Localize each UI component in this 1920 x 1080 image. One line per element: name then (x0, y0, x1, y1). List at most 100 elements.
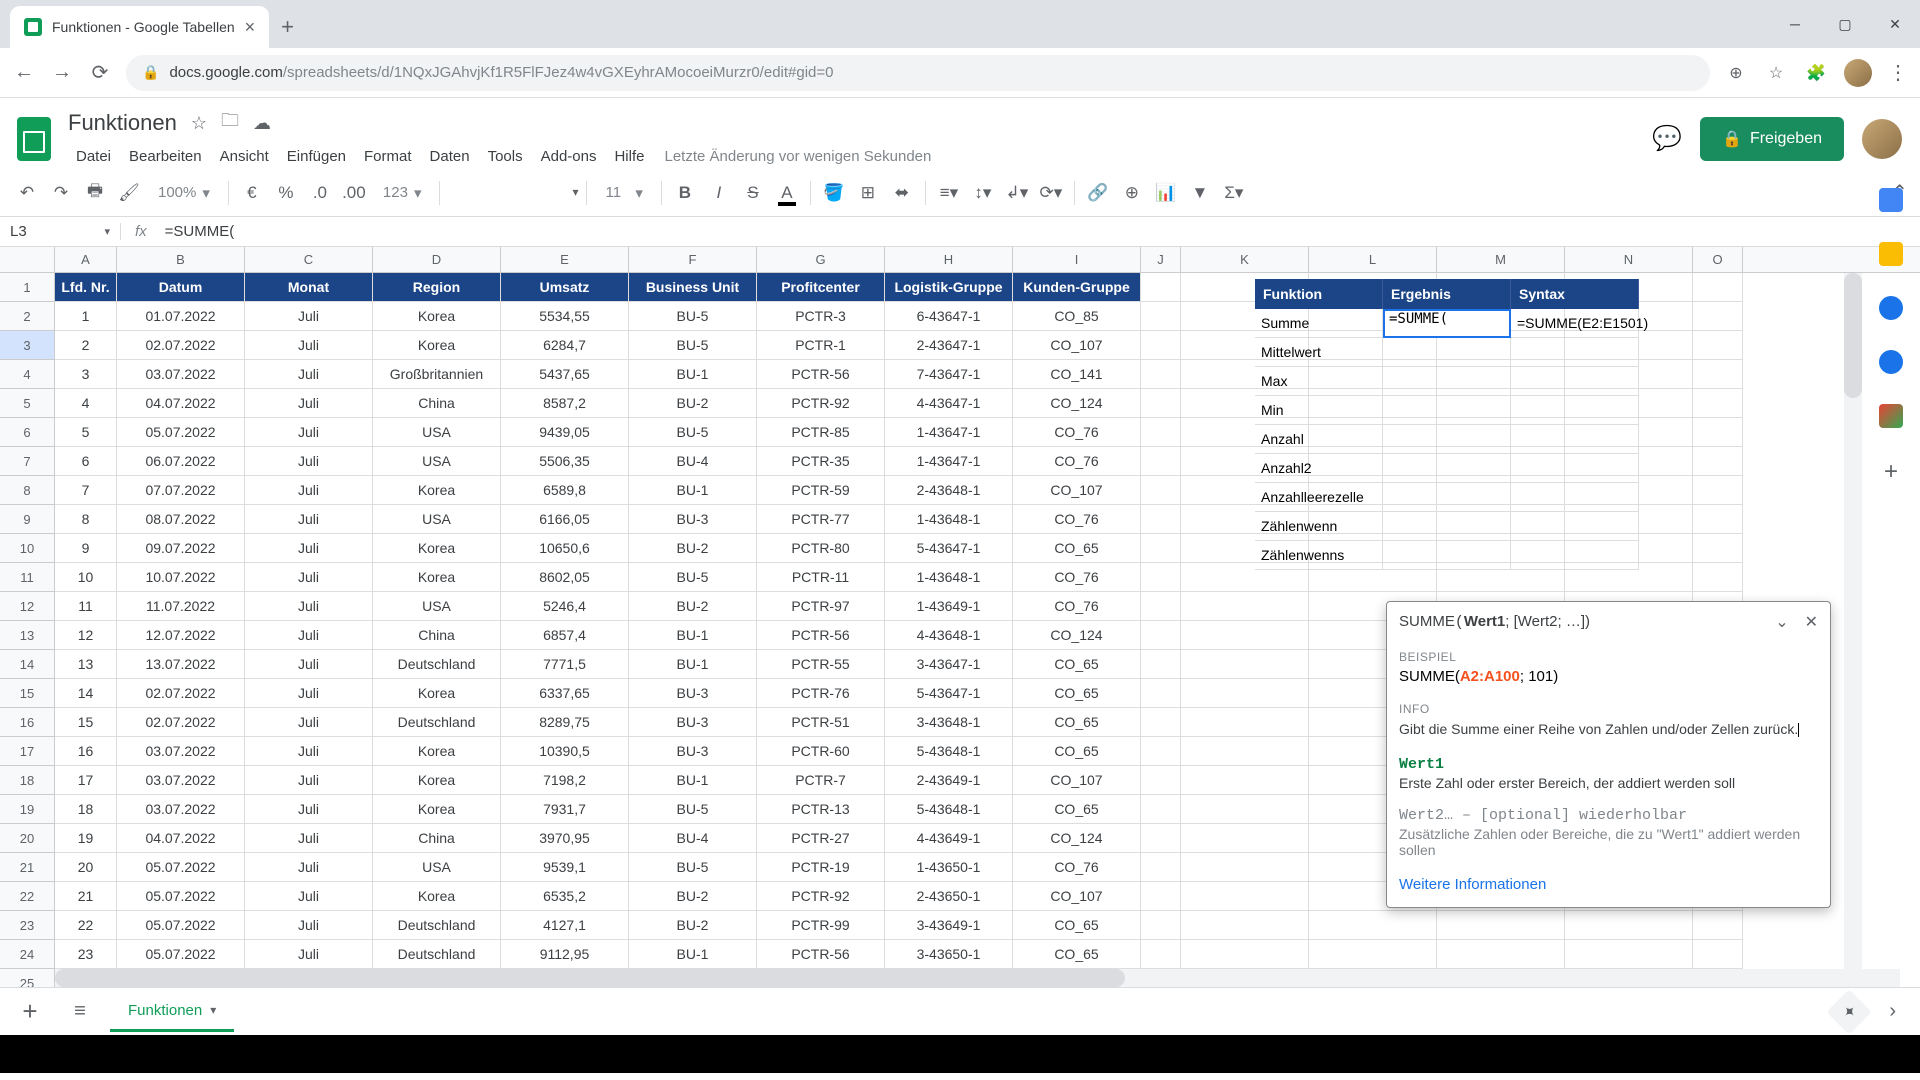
cell[interactable]: BU-5 (629, 563, 757, 592)
cell[interactable]: 17 (55, 766, 117, 795)
row-header[interactable]: 11 (0, 563, 55, 592)
side-cell-syntax[interactable] (1511, 541, 1639, 570)
side-cell-result[interactable] (1383, 512, 1511, 541)
row-header[interactable]: 4 (0, 360, 55, 389)
cell[interactable] (1141, 679, 1181, 708)
cell[interactable]: CO_124 (1013, 824, 1141, 853)
cell[interactable] (1693, 418, 1743, 447)
cell[interactable]: 9539,1 (501, 853, 629, 882)
row-header[interactable]: 12 (0, 592, 55, 621)
font-family-select[interactable] (448, 185, 578, 200)
column-header[interactable]: F (629, 247, 757, 272)
cell[interactable] (1141, 273, 1181, 302)
cell[interactable]: 02.07.2022 (117, 331, 245, 360)
cell[interactable] (1309, 940, 1437, 969)
cell[interactable] (1181, 940, 1309, 969)
cell[interactable]: Juli (245, 824, 373, 853)
cell[interactable] (1309, 911, 1437, 940)
cell[interactable]: 6-43647-1 (885, 302, 1013, 331)
cell[interactable]: PCTR-92 (757, 389, 885, 418)
side-cell-syntax[interactable] (1511, 396, 1639, 425)
cell[interactable] (1693, 911, 1743, 940)
column-header[interactable]: J (1141, 247, 1181, 272)
cell[interactable]: CO_65 (1013, 534, 1141, 563)
cell[interactable]: 9112,95 (501, 940, 629, 969)
column-header[interactable]: D (373, 247, 501, 272)
cell[interactable]: 10 (55, 563, 117, 592)
increase-decimal-button[interactable]: .00 (339, 178, 369, 208)
cell[interactable]: CO_65 (1013, 650, 1141, 679)
menu-ansicht[interactable]: Ansicht (212, 144, 277, 169)
cell[interactable] (1141, 447, 1181, 476)
cell[interactable] (1181, 708, 1309, 737)
side-cell-syntax[interactable] (1511, 483, 1639, 512)
chart-button[interactable]: 📊 (1151, 178, 1181, 208)
cell[interactable]: CO_65 (1013, 940, 1141, 969)
cell[interactable]: CO_65 (1013, 679, 1141, 708)
forward-button[interactable]: → (50, 61, 74, 84)
cell[interactable]: BU-3 (629, 505, 757, 534)
maps-sidepanel-icon[interactable] (1879, 404, 1903, 428)
menu-tools[interactable]: Tools (480, 144, 531, 169)
cell[interactable] (1141, 505, 1181, 534)
side-cell-syntax[interactable] (1511, 338, 1639, 367)
cell[interactable]: Juli (245, 650, 373, 679)
cell[interactable]: 09.07.2022 (117, 534, 245, 563)
all-sheets-button[interactable]: ≡ (60, 1000, 100, 1023)
keep-sidepanel-icon[interactable] (1879, 242, 1903, 266)
cell[interactable]: BU-1 (629, 476, 757, 505)
cell[interactable]: China (373, 621, 501, 650)
row-header[interactable]: 20 (0, 824, 55, 853)
cell[interactable]: BU-1 (629, 650, 757, 679)
side-cell-result[interactable] (1383, 396, 1511, 425)
cell[interactable] (1141, 389, 1181, 418)
row-header[interactable]: 23 (0, 911, 55, 940)
comments-icon[interactable]: 💬 (1652, 124, 1682, 153)
row-header[interactable]: 8 (0, 476, 55, 505)
sheets-logo[interactable] (10, 115, 58, 163)
cell[interactable]: 1 (55, 302, 117, 331)
cell[interactable] (1141, 940, 1181, 969)
cell[interactable] (1693, 940, 1743, 969)
cell[interactable]: PCTR-59 (757, 476, 885, 505)
cell[interactable]: Juli (245, 853, 373, 882)
bold-button[interactable]: B (670, 178, 700, 208)
cell[interactable]: 10650,6 (501, 534, 629, 563)
cell[interactable] (1693, 302, 1743, 331)
column-header[interactable]: G (757, 247, 885, 272)
cell[interactable]: BU-1 (629, 360, 757, 389)
close-icon[interactable]: ✕ (1805, 612, 1818, 632)
cell[interactable]: BU-3 (629, 737, 757, 766)
cell[interactable]: Deutschland (373, 708, 501, 737)
column-header[interactable]: N (1565, 247, 1693, 272)
cell[interactable]: PCTR-13 (757, 795, 885, 824)
cloud-status-icon[interactable]: ☁ (253, 113, 271, 134)
cell[interactable]: 03.07.2022 (117, 766, 245, 795)
cell[interactable]: USA (373, 418, 501, 447)
cell[interactable] (1181, 737, 1309, 766)
cell[interactable]: 11 (55, 592, 117, 621)
cell[interactable]: 3-43649-1 (885, 911, 1013, 940)
cell[interactable]: CO_65 (1013, 737, 1141, 766)
cell[interactable] (1693, 563, 1743, 592)
chevron-down-icon[interactable]: ⌄ (1775, 612, 1788, 632)
cell[interactable]: BU-5 (629, 331, 757, 360)
cell[interactable]: 05.07.2022 (117, 940, 245, 969)
side-table-header[interactable]: Ergebnis (1383, 279, 1511, 309)
cell[interactable]: 8 (55, 505, 117, 534)
cell[interactable]: CO_107 (1013, 476, 1141, 505)
vertical-scrollbar[interactable] (1844, 273, 1862, 969)
cell[interactable]: 3-43650-1 (885, 940, 1013, 969)
cell[interactable]: PCTR-85 (757, 418, 885, 447)
cell[interactable] (1141, 418, 1181, 447)
cell[interactable]: PCTR-56 (757, 360, 885, 389)
cell[interactable]: BU-2 (629, 592, 757, 621)
cell[interactable]: Juli (245, 737, 373, 766)
zoom-select[interactable]: 100% ▾ (148, 184, 220, 202)
cell[interactable]: PCTR-56 (757, 940, 885, 969)
cell[interactable] (1141, 853, 1181, 882)
cell[interactable]: 4-43648-1 (885, 621, 1013, 650)
cell[interactable]: 5-43647-1 (885, 534, 1013, 563)
cell[interactable]: BU-2 (629, 534, 757, 563)
cell[interactable]: 10.07.2022 (117, 563, 245, 592)
